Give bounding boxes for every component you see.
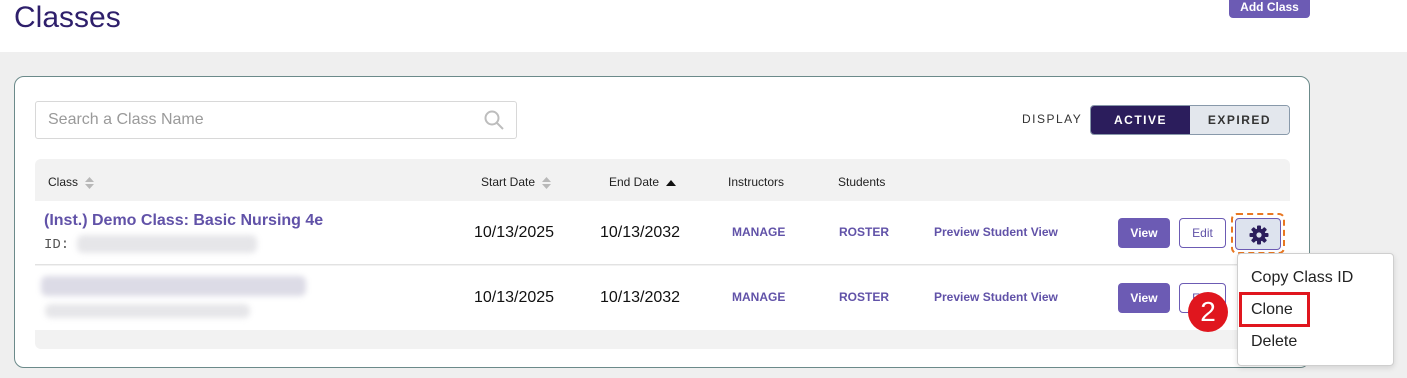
manage-instructors-link[interactable]: MANAGE	[732, 290, 785, 304]
column-header-class[interactable]: Class	[48, 175, 95, 189]
classes-card: DISPLAY ACTIVE EXPIRED Class Start Date …	[14, 76, 1310, 368]
top-bar: Classes Add Class	[0, 0, 1407, 52]
menu-item-copy-class-id[interactable]: Copy Class ID	[1251, 269, 1353, 287]
class-id-label: ID:	[44, 237, 70, 253]
roster-link[interactable]: ROSTER	[839, 290, 889, 304]
gear-icon	[1249, 225, 1269, 245]
classes-table: Class Start Date End Date Instructors St…	[35, 159, 1290, 349]
page-title: Classes	[14, 1, 121, 34]
view-button[interactable]: View	[1118, 283, 1170, 313]
add-class-button[interactable]: Add Class	[1229, 0, 1310, 18]
column-header-label: Start Date	[481, 175, 536, 189]
step-number-badge: 2	[1188, 292, 1228, 332]
clone-highlight-box	[1239, 292, 1310, 327]
search-icon[interactable]	[484, 110, 504, 130]
manage-instructors-link[interactable]: MANAGE	[732, 225, 785, 239]
table-row: (Inst.) Demo Class: Basic Nursing 4e ID:…	[35, 201, 1290, 265]
preview-student-view-link[interactable]: Preview Student View	[934, 290, 1058, 304]
redacted-class-id	[77, 235, 257, 253]
search-box	[35, 101, 517, 139]
search-input[interactable]	[36, 102, 476, 138]
redacted-class-name	[41, 276, 306, 296]
sort-ascending-icon	[666, 179, 677, 186]
menu-item-delete[interactable]: Delete	[1251, 333, 1297, 351]
view-button[interactable]: View	[1118, 218, 1170, 248]
edit-button[interactable]: Edit	[1179, 218, 1226, 248]
expired-toggle-button[interactable]: EXPIRED	[1190, 106, 1289, 134]
sort-icon	[542, 176, 552, 189]
preview-student-view-link[interactable]: Preview Student View	[934, 225, 1058, 239]
end-date: 10/13/2032	[600, 224, 681, 241]
column-header-label: Class	[48, 175, 79, 189]
column-header-start-date[interactable]: Start Date	[481, 175, 552, 189]
start-date: 10/13/2025	[474, 289, 555, 306]
column-header-instructors: Instructors	[728, 175, 785, 189]
display-label: DISPLAY	[1022, 112, 1083, 126]
active-toggle-button[interactable]: ACTIVE	[1091, 106, 1190, 134]
settings-button[interactable]	[1235, 218, 1281, 250]
table-row: 10/13/2025 10/13/2032 MANAGE ROSTER Prev…	[35, 266, 1290, 330]
start-date: 10/13/2025	[474, 224, 555, 241]
sort-icon	[85, 176, 95, 189]
column-header-students: Students	[838, 175, 886, 189]
display-toggle: ACTIVE EXPIRED	[1090, 105, 1290, 135]
roster-link[interactable]: ROSTER	[839, 225, 889, 239]
column-header-label: End Date	[609, 175, 660, 189]
redacted-class-id	[45, 304, 250, 318]
end-date: 10/13/2032	[600, 289, 681, 306]
class-name-link[interactable]: (Inst.) Demo Class: Basic Nursing 4e	[44, 212, 323, 230]
column-header-end-date[interactable]: End Date	[609, 175, 677, 189]
